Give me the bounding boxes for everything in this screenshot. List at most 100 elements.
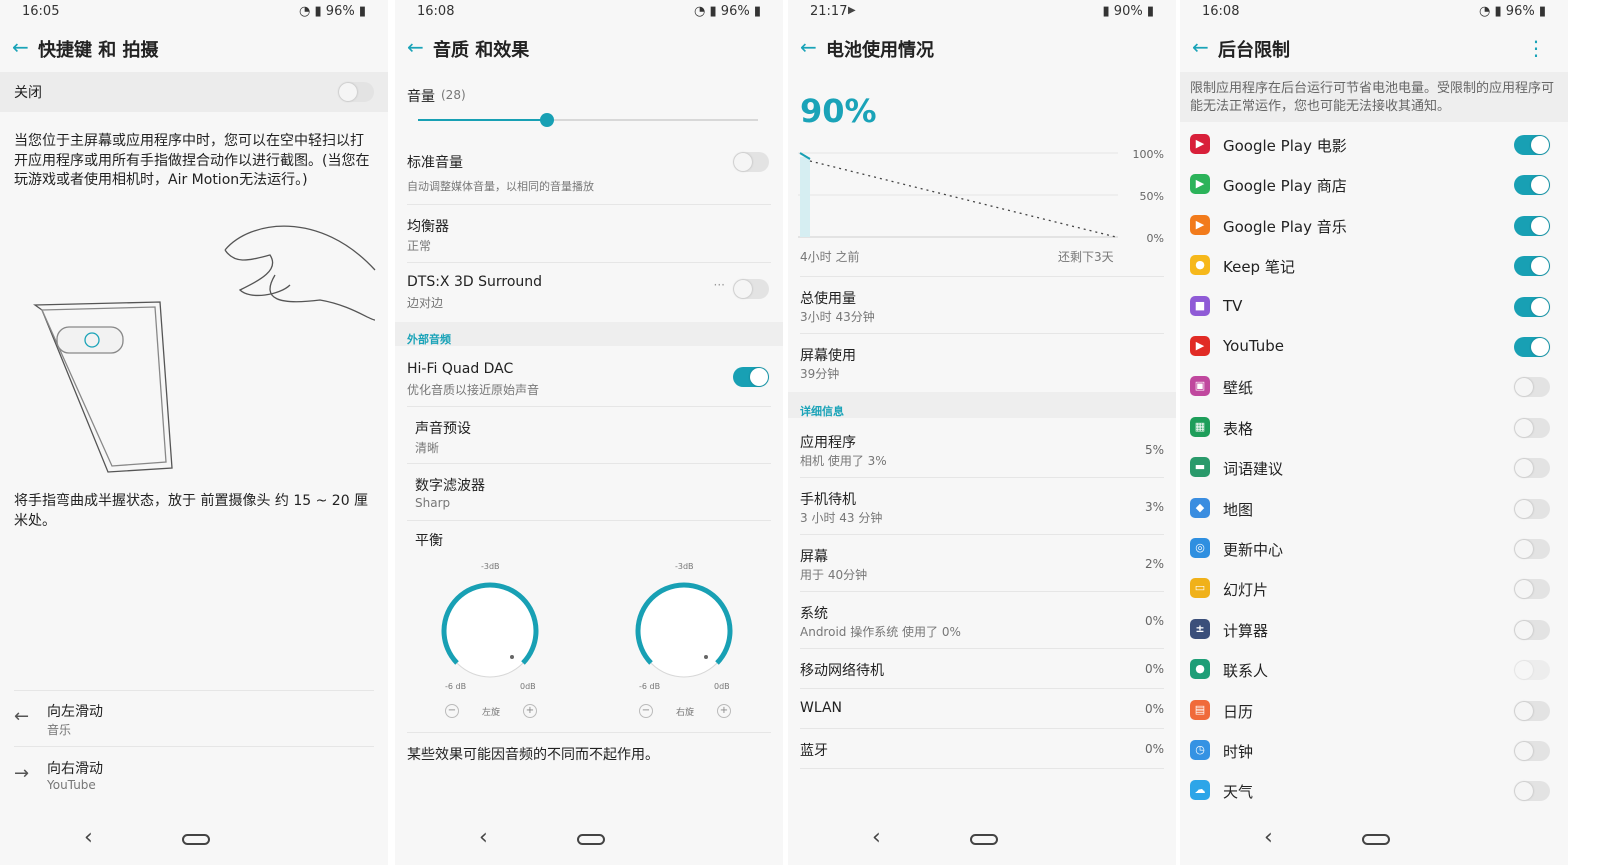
shortcut-capture-screen: 16:05 ◔ ▮ 96% ▮ ← 快捷键 和 拍摄 关闭 当您位于主屏幕或应用…: [0, 0, 388, 865]
maps-icon: ◆: [1190, 497, 1210, 518]
play-icon: ▶: [848, 5, 856, 16]
detail-row[interactable]: 系统 Android 操作系统 使用了 0% 0%: [788, 599, 1176, 649]
tv-icon: ■: [1190, 295, 1210, 316]
nav-back-icon[interactable]: ‹: [84, 827, 93, 849]
total-usage-row[interactable]: 总使用量 3小时 43分钟: [788, 284, 1176, 334]
restriction-toggle[interactable]: [1514, 377, 1550, 398]
sound-preset-row[interactable]: 声音预设 清晰: [395, 414, 783, 464]
nav-home-icon[interactable]: [182, 834, 210, 845]
slides-icon: ▭: [1190, 578, 1210, 599]
hifi-dac-toggle[interactable]: [733, 367, 769, 387]
restriction-toggle[interactable]: [1514, 215, 1550, 236]
restriction-toggle[interactable]: [1514, 498, 1550, 519]
balance-knob-right[interactable]: -3dB -6 dB 0dB − 右旋 +: [629, 560, 739, 720]
volume-slider[interactable]: [540, 113, 554, 127]
restriction-toggle[interactable]: [1514, 256, 1550, 277]
app-bar: ← 快捷键 和 拍摄: [0, 26, 388, 72]
back-arrow-icon[interactable]: ←: [800, 36, 820, 58]
back-arrow-icon[interactable]: ←: [12, 36, 32, 58]
detail-row[interactable]: WLAN 0%: [788, 696, 1176, 732]
restriction-toggle[interactable]: [1514, 741, 1550, 761]
nav-home-icon[interactable]: [577, 834, 605, 845]
nav-back-icon[interactable]: ‹: [1264, 827, 1273, 849]
hand-gesture-illustration: [33, 225, 376, 473]
app-row[interactable]: ☁ 天气: [1180, 771, 1568, 811]
app-row[interactable]: ● 联系人: [1180, 650, 1568, 690]
app-row[interactable]: ● Keep 笔记: [1180, 246, 1568, 286]
equalizer-row[interactable]: 均衡器 正常: [395, 212, 783, 262]
digital-filter-row[interactable]: 数字滤波器 Sharp: [395, 471, 783, 521]
hifi-dac-row[interactable]: Hi-Fi Quad DAC 优化音质以接近原始声音: [395, 358, 783, 406]
effects-footnote: 某些效果可能因音频的不同而不起作用。: [407, 747, 659, 763]
app-row[interactable]: ▭ 幻灯片: [1180, 569, 1568, 609]
back-arrow-icon[interactable]: ←: [1192, 36, 1212, 58]
balance-knob-left[interactable]: -3dB -6 dB 0dB − 左旋 +: [435, 560, 545, 720]
nav-home-icon[interactable]: [1362, 834, 1390, 845]
restriction-toggle[interactable]: [1514, 175, 1550, 196]
nav-home-icon[interactable]: [970, 834, 998, 845]
battery-usage-screen: 21:17 ▶ ▮ 90% ▮ ← 电池使用情况 90% 100% 50% 0%…: [788, 0, 1176, 865]
gesture-swipe-right[interactable]: → 向右滑动 YouTube: [0, 755, 388, 805]
minus-icon[interactable]: −: [445, 704, 459, 718]
more-dots-icon[interactable]: ···: [714, 278, 725, 292]
more-vert-icon[interactable]: ⋮: [1526, 36, 1546, 60]
wallpaper-icon: ▣: [1190, 376, 1210, 397]
standard-volume-toggle[interactable]: [733, 152, 769, 172]
gesture-swipe-left[interactable]: ← 向左滑动 音乐: [0, 698, 388, 748]
battery-icon: ▮: [358, 4, 366, 19]
restriction-toggle[interactable]: [1514, 458, 1550, 479]
app-row[interactable]: ± 计算器: [1180, 610, 1568, 650]
app-row[interactable]: ▶ YouTube: [1180, 327, 1568, 367]
app-name: Google Play 音乐: [1223, 217, 1347, 236]
app-row[interactable]: ▤ 日历: [1180, 691, 1568, 731]
detail-row[interactable]: 移动网络待机 0%: [788, 656, 1176, 692]
restriction-toggle[interactable]: [1514, 135, 1550, 155]
wifi-icon: ◔: [1479, 4, 1491, 19]
background-restriction-screen: 16:08 ◔ ▮ 96% ▮ ← 后台限制 ⋮ 限制应用程序在后台运行可节省电…: [1180, 0, 1568, 865]
restriction-toggle[interactable]: [1514, 700, 1550, 721]
restriction-toggle[interactable]: [1514, 539, 1550, 559]
status-time: 21:17: [810, 4, 848, 19]
detail-row[interactable]: 应用程序 相机 使用了 3% 5%: [788, 428, 1176, 478]
master-switch-row[interactable]: 关闭: [0, 72, 388, 112]
dts-toggle[interactable]: [733, 279, 769, 299]
calculator-icon: ±: [1190, 618, 1210, 639]
restriction-toggle[interactable]: [1514, 619, 1550, 640]
app-row[interactable]: ▦ 表格: [1180, 408, 1568, 448]
app-name: 计算器: [1223, 621, 1269, 640]
app-row[interactable]: ◷ 时钟: [1180, 731, 1568, 771]
nav-back-icon[interactable]: ‹: [479, 827, 488, 849]
nav-back-icon[interactable]: ‹: [872, 827, 881, 849]
restriction-toggle[interactable]: [1514, 337, 1550, 357]
dts-row[interactable]: DTS:X 3D Surround 边对边 ···: [395, 270, 783, 320]
external-audio-section: 外部音频: [395, 322, 783, 346]
app-row[interactable]: ▶ Google Play 电影: [1180, 125, 1568, 165]
app-row[interactable]: ■ TV: [1180, 287, 1568, 327]
plus-icon[interactable]: +: [717, 704, 731, 718]
detail-row[interactable]: 屏幕 用于 40分钟 2%: [788, 542, 1176, 592]
restriction-toggle[interactable]: [1514, 417, 1550, 438]
app-row[interactable]: ▶ Google Play 音乐: [1180, 206, 1568, 246]
app-row[interactable]: ▶ Google Play 商店: [1180, 165, 1568, 205]
screen-usage-row[interactable]: 屏幕使用 39分钟: [788, 341, 1176, 391]
plus-icon[interactable]: +: [523, 704, 537, 718]
divider: [800, 333, 1164, 334]
signal-icon: ▮: [1494, 4, 1502, 19]
app-row[interactable]: ▬ 词语建议: [1180, 448, 1568, 488]
restriction-toggle[interactable]: [1514, 781, 1550, 802]
app-row[interactable]: ◎ 更新中心: [1180, 529, 1568, 569]
status-time: 16:05: [22, 4, 60, 19]
master-toggle[interactable]: [338, 82, 374, 102]
details-section: 详细信息: [788, 392, 1176, 418]
detail-row[interactable]: 蓝牙 0%: [788, 736, 1176, 772]
switch-label: 关闭: [14, 85, 42, 101]
standard-volume-row[interactable]: 标准音量 自动调整媒体音量，以相同的音量播放: [395, 148, 783, 204]
restriction-toggle[interactable]: [1514, 579, 1550, 600]
minus-icon[interactable]: −: [639, 704, 653, 718]
back-arrow-icon[interactable]: ←: [407, 36, 427, 58]
restriction-toggle[interactable]: [1514, 660, 1550, 681]
restriction-toggle[interactable]: [1514, 296, 1550, 317]
detail-row[interactable]: 手机待机 3 小时 43 分钟 3%: [788, 485, 1176, 535]
app-row[interactable]: ▣ 壁纸: [1180, 367, 1568, 407]
app-row[interactable]: ◆ 地图: [1180, 489, 1568, 529]
